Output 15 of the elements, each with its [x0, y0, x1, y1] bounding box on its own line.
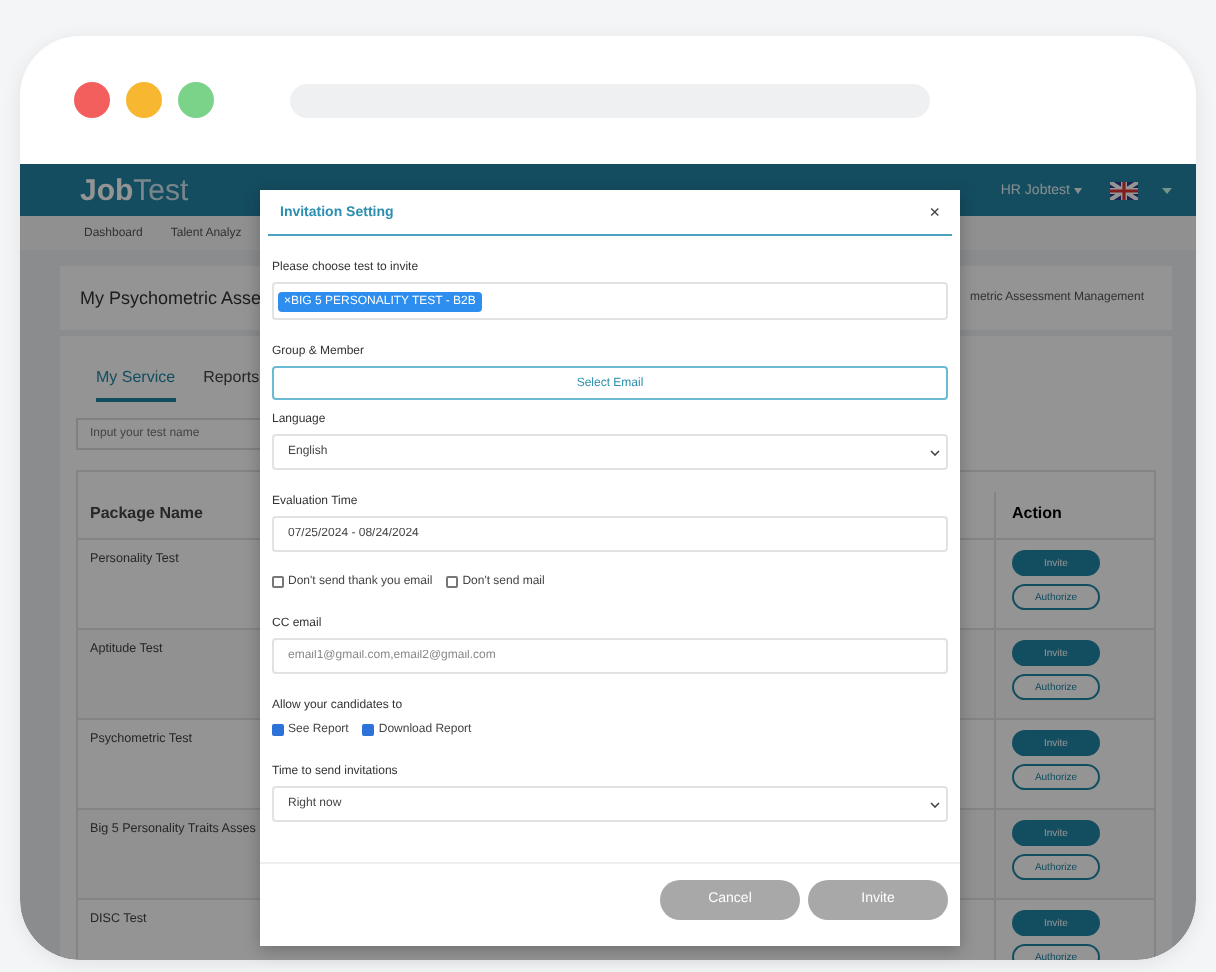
window-control-dot[interactable]	[178, 82, 214, 118]
chevron-down-icon	[930, 801, 940, 807]
chevron-down-icon	[930, 449, 940, 455]
window-control-dot[interactable]	[74, 82, 110, 118]
close-button[interactable]: ×	[921, 202, 948, 222]
column-header: Package Name	[90, 504, 203, 522]
flag-icon[interactable]	[1110, 181, 1138, 199]
window-control-dot[interactable]	[126, 82, 162, 118]
caret-icon[interactable]	[1162, 187, 1172, 193]
page-title: My Psychometric Asse	[80, 288, 262, 308]
column-header: Action	[994, 492, 1154, 538]
tab[interactable]: My Service	[96, 356, 176, 402]
logo: JobTest	[80, 173, 189, 207]
tab[interactable]: Reports	[203, 356, 260, 402]
caret-icon[interactable]	[1074, 187, 1082, 193]
